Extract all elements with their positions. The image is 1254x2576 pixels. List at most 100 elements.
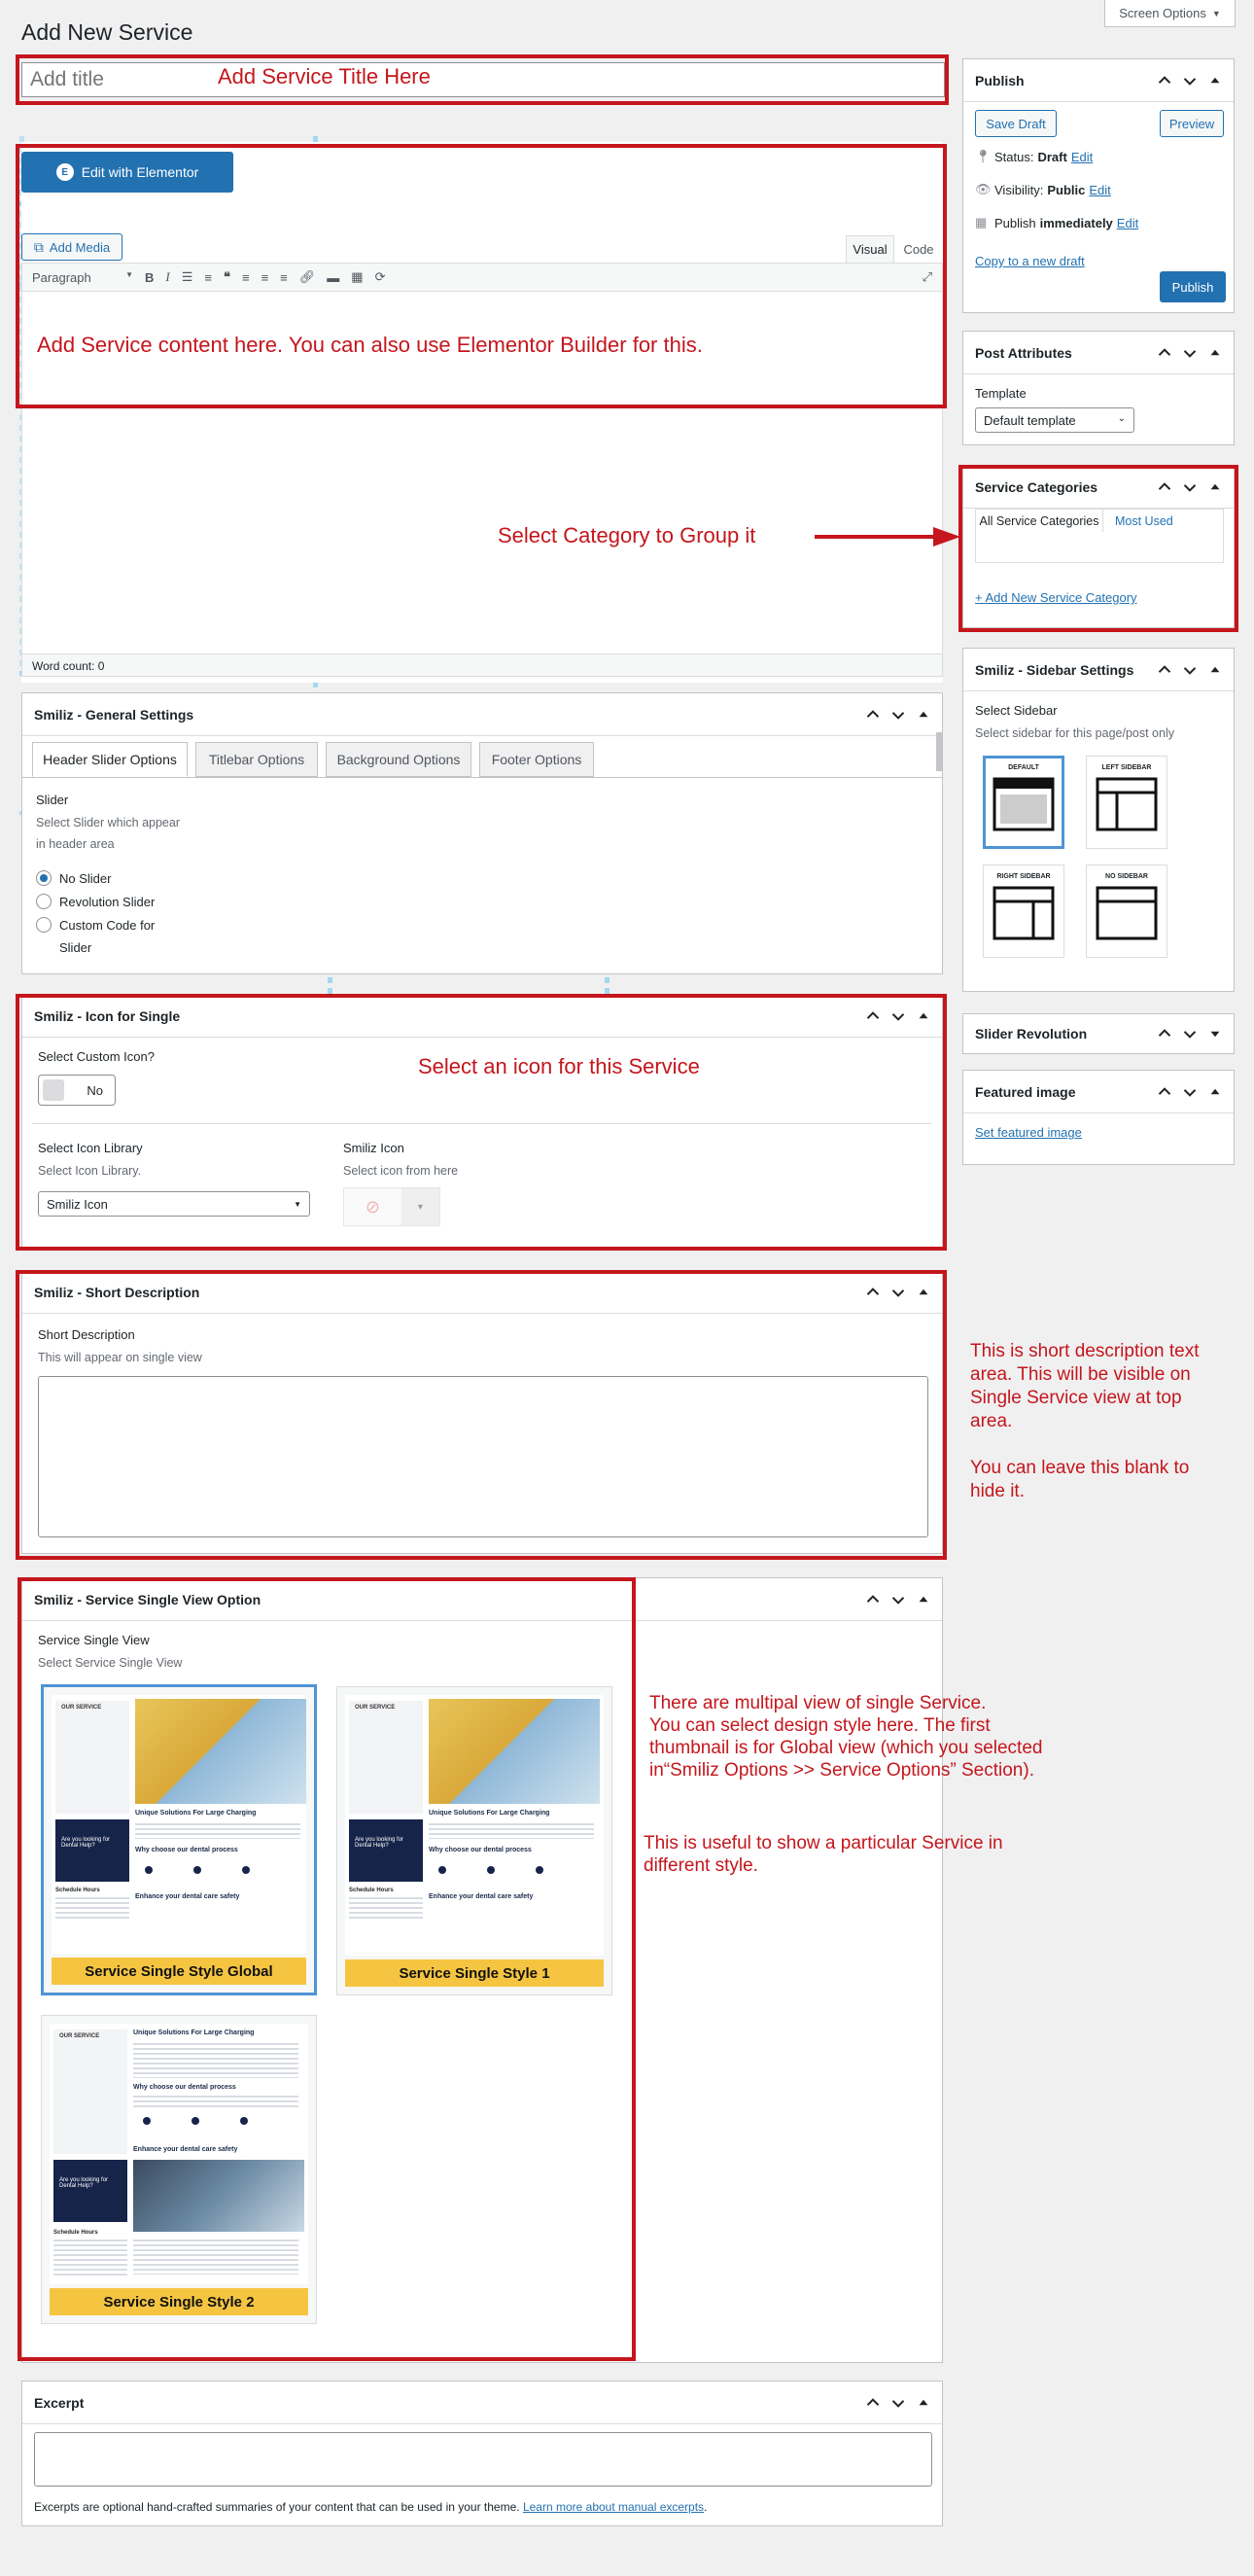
thumb-style-1[interactable]: OUR SERVICE Unique Solutions For Large C… — [336, 1686, 612, 1995]
screen-options-button[interactable]: Screen Options ▼ — [1104, 0, 1236, 27]
align-center-icon[interactable]: ≡ — [261, 270, 269, 285]
tab-most-used[interactable]: Most Used — [1115, 514, 1173, 528]
collapse-icon[interactable] — [913, 1006, 934, 1027]
chevron-up-icon[interactable] — [1154, 1081, 1175, 1103]
short-description-title: Smiliz - Short Description — [22, 1271, 942, 1314]
chevron-up-icon[interactable] — [1154, 476, 1175, 498]
box-controls — [862, 1578, 942, 1621]
chevron-up-icon[interactable] — [862, 1006, 884, 1027]
add-media-button[interactable]: ⧉ Add Media — [21, 233, 122, 261]
single-view-title: Smiliz - Service Single View Option — [22, 1578, 942, 1621]
thumb-style-2[interactable]: OUR SERVICE Unique Solutions For Large C… — [41, 2015, 317, 2324]
chevron-up-icon[interactable] — [1154, 342, 1175, 364]
tab-all-categories[interactable]: All Service Categories — [975, 509, 1103, 532]
chevron-up-icon[interactable] — [862, 2392, 884, 2414]
mock-hours: Schedule Hours — [349, 1888, 394, 1893]
collapse-icon[interactable] — [1204, 70, 1226, 91]
tab-visual[interactable]: Visual — [846, 235, 894, 263]
number-list-icon[interactable]: ≡ — [204, 270, 212, 285]
format-select[interactable]: Paragraph ▼ — [32, 270, 133, 285]
set-featured-image-link[interactable]: Set featured image — [975, 1125, 1082, 1140]
chevron-down-icon[interactable] — [1179, 1023, 1201, 1044]
bullet-list-icon[interactable]: ☰ — [182, 269, 193, 285]
toggle-knob — [43, 1079, 64, 1101]
chevron-up-icon[interactable] — [862, 1282, 884, 1303]
collapse-icon[interactable] — [1204, 342, 1226, 364]
excerpt-learn-more-link[interactable]: Learn more about manual excerpts — [523, 2500, 704, 2514]
collapse-icon[interactable] — [1204, 476, 1226, 498]
collapse-icon[interactable] — [913, 704, 934, 725]
chevron-up-icon[interactable] — [1154, 659, 1175, 681]
chevron-down-icon[interactable] — [1179, 476, 1201, 498]
excerpt-textarea[interactable] — [34, 2432, 932, 2487]
status-edit-link[interactable]: Edit — [1071, 150, 1093, 164]
collapse-icon[interactable] — [913, 1282, 934, 1303]
align-right-icon[interactable]: ≡ — [280, 270, 288, 285]
box-controls — [1154, 1071, 1234, 1113]
chevron-up-icon[interactable] — [862, 704, 884, 725]
chevron-up-icon[interactable] — [1154, 1023, 1175, 1044]
caret-down-icon: ▾ — [401, 1188, 439, 1225]
preview-button[interactable]: Preview — [1160, 110, 1224, 137]
tab-background[interactable]: Background Options — [326, 742, 471, 777]
schedule-edit-link[interactable]: Edit — [1117, 216, 1138, 230]
short-description-textarea[interactable] — [38, 1376, 928, 1537]
link-icon[interactable]: 🔗︎ — [299, 269, 316, 285]
chevron-down-icon[interactable] — [888, 2392, 909, 2414]
tab-code[interactable]: Code — [896, 235, 941, 263]
refresh-icon[interactable]: ⟳ — [375, 269, 386, 285]
tab-titlebar[interactable]: Titlebar Options — [195, 742, 318, 777]
mock-enhance: Enhance your dental care safety — [133, 2146, 238, 2153]
short-description-desc: This will appear on single view — [38, 1351, 202, 1364]
chevron-down-icon[interactable] — [888, 1006, 909, 1027]
radio-revolution[interactable] — [36, 894, 52, 909]
chevron-down-icon[interactable] — [888, 1589, 909, 1610]
annotation-title: Add Service Title Here — [218, 64, 431, 88]
collapse-icon[interactable] — [913, 1589, 934, 1610]
sidebar-option-right[interactable]: RIGHT SIDEBAR — [983, 865, 1064, 958]
mock-dot — [145, 1866, 153, 1874]
add-media-label: Add Media — [49, 239, 111, 255]
chevron-down-icon[interactable] — [1179, 1081, 1201, 1103]
radio-custom-code[interactable] — [36, 917, 52, 933]
fullscreen-icon[interactable]: ⤢ — [923, 269, 932, 285]
quote-icon[interactable]: ❝ — [224, 269, 230, 285]
copy-draft-link[interactable]: Copy to a new draft — [975, 254, 1085, 268]
collapse-icon[interactable] — [1204, 659, 1226, 681]
thumb-style-global[interactable]: OUR SERVICE Unique Solutions For Large C… — [41, 1684, 317, 1995]
collapse-icon[interactable] — [1204, 1023, 1226, 1044]
italic-icon[interactable]: I — [165, 269, 169, 285]
radio-no-slider[interactable] — [36, 870, 52, 886]
chevron-up-icon[interactable] — [1154, 70, 1175, 91]
sidebar-option-default[interactable]: DEFAULT — [983, 756, 1064, 849]
slider-revolution-box: Slider Revolution — [962, 1013, 1235, 1054]
chevron-down-icon[interactable] — [1179, 70, 1201, 91]
add-category-link[interactable]: + Add New Service Category — [975, 590, 1137, 605]
collapse-icon[interactable] — [1204, 1081, 1226, 1103]
chevron-up-icon[interactable] — [862, 1589, 884, 1610]
template-select[interactable]: Default template ⌄ — [975, 407, 1134, 433]
tab-header-slider[interactable]: Header Slider Options — [32, 742, 188, 777]
icon-library-select[interactable]: Smiliz Icon ▼ — [38, 1191, 310, 1217]
bold-icon[interactable]: B — [145, 270, 154, 285]
tab-footer[interactable]: Footer Options — [479, 742, 594, 777]
title-input[interactable] — [22, 63, 944, 96]
collapse-icon[interactable] — [913, 2392, 934, 2414]
elementor-button[interactable]: E Edit with Elementor — [21, 152, 233, 193]
chevron-down-icon[interactable] — [1179, 659, 1201, 681]
publish-button[interactable]: Publish — [1160, 271, 1226, 302]
sidebar-option-none[interactable]: NO SIDEBAR — [1086, 865, 1167, 958]
sidebar-option-left[interactable]: LEFT SIDEBAR — [1086, 756, 1167, 849]
chevron-down-icon[interactable] — [888, 1282, 909, 1303]
scrollbar-thumb[interactable] — [936, 732, 942, 771]
icon-picker[interactable]: ⊘ ▾ — [343, 1187, 440, 1226]
save-draft-button[interactable]: Save Draft — [975, 110, 1057, 137]
more-icon[interactable]: ▬ — [327, 270, 339, 285]
align-left-icon[interactable]: ≡ — [242, 270, 250, 285]
custom-icon-toggle[interactable]: No — [38, 1075, 116, 1106]
visibility-edit-link[interactable]: Edit — [1089, 183, 1110, 197]
chevron-down-icon[interactable] — [1179, 342, 1201, 364]
media-icon: ⧉ — [33, 238, 44, 255]
toolbar-toggle-icon[interactable]: ▦ — [351, 269, 363, 285]
chevron-down-icon[interactable] — [888, 704, 909, 725]
